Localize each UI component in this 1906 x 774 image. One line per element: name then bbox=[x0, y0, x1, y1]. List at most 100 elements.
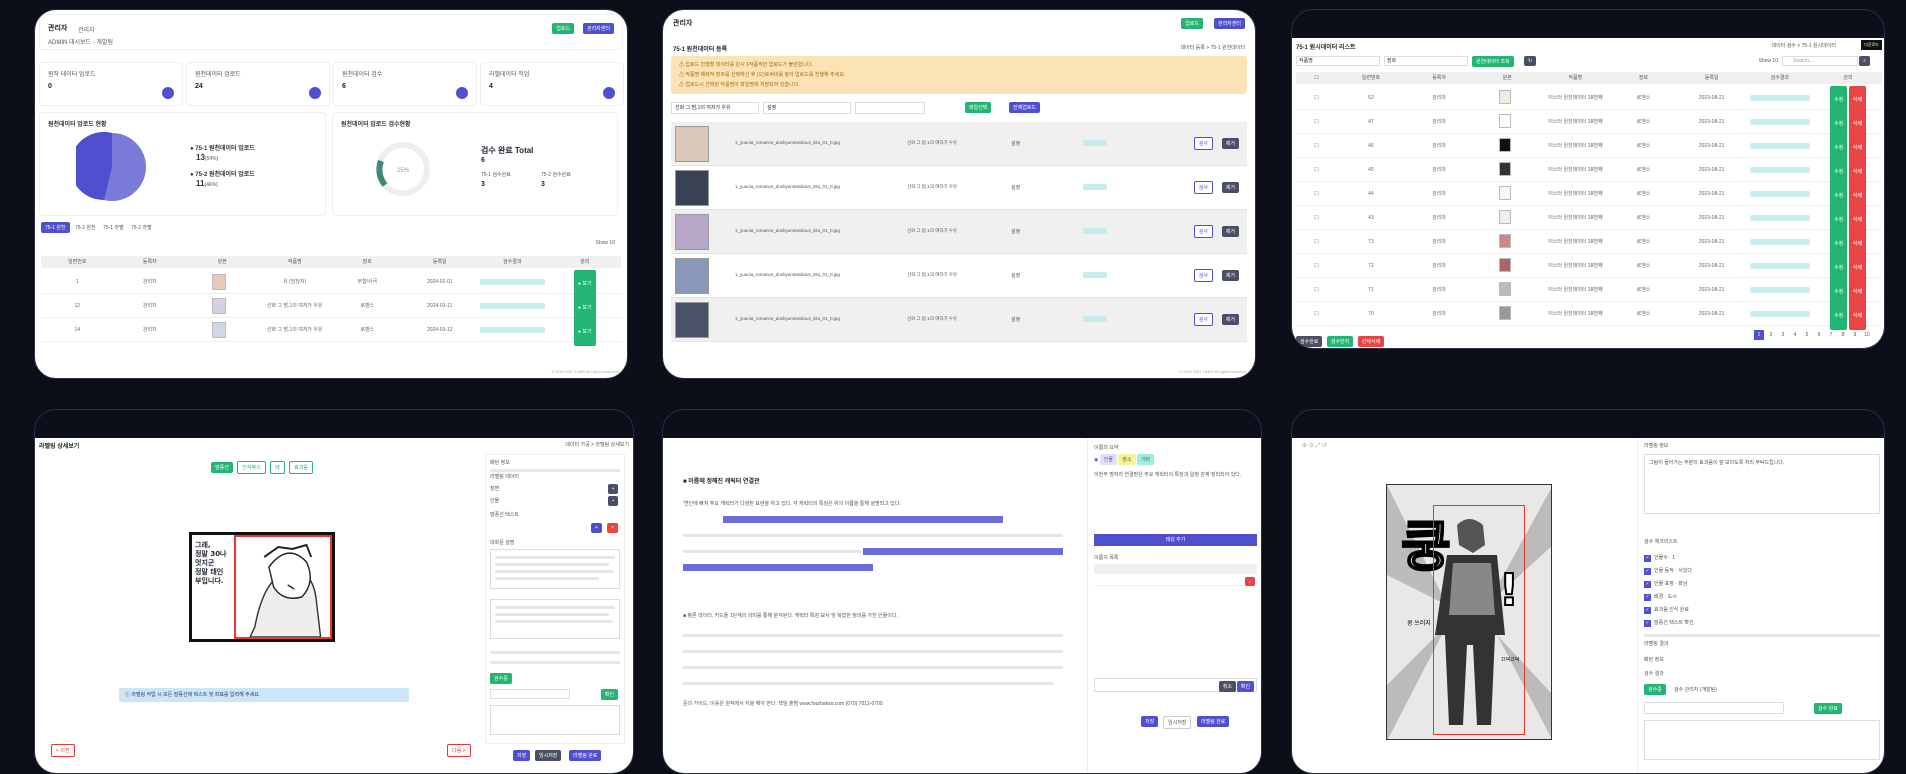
highlight[interactable] bbox=[683, 564, 873, 571]
tag-other[interactable]: 기타 bbox=[1136, 454, 1155, 465]
reset-icon[interactable]: ↺ bbox=[1322, 443, 1327, 449]
side-item[interactable]: 라벨링 데이터 bbox=[490, 473, 519, 480]
file-select-button[interactable]: 파일선택 bbox=[965, 102, 992, 113]
tool-text[interactable]: 텍 bbox=[270, 461, 285, 474]
row-checkbox[interactable]: ☐ bbox=[1296, 134, 1337, 157]
bounding-box[interactable] bbox=[1433, 505, 1525, 735]
arrow-icon[interactable] bbox=[309, 87, 321, 99]
tool-sfx[interactable]: 효과음 bbox=[289, 461, 313, 474]
row-checkbox[interactable]: ☐ bbox=[1296, 302, 1337, 325]
edit-button[interactable]: 검사 bbox=[1193, 269, 1213, 282]
table-row[interactable]: ☐ 46 관리자 이스터 원천데이터 38번째 로맨스 2023-08-21 수정 삭제 bbox=[1296, 134, 1882, 162]
scene-button[interactable]: ▪ bbox=[608, 484, 618, 494]
notes-textarea[interactable] bbox=[490, 599, 620, 639]
side-item[interactable]: 검수 결과 bbox=[1644, 670, 1664, 677]
upload-button[interactable]: 업로드 bbox=[552, 23, 574, 34]
admin-center-button[interactable]: 관리자센터 bbox=[582, 23, 614, 34]
description-textarea[interactable] bbox=[490, 549, 620, 589]
delete-selected-button[interactable]: 선택삭제 bbox=[1357, 336, 1385, 347]
filter-genre-select[interactable]: 장르 bbox=[1384, 56, 1468, 66]
reviewer-select[interactable] bbox=[1644, 702, 1784, 714]
page-link[interactable]: 8 bbox=[1838, 330, 1848, 340]
save-button[interactable]: 저장 bbox=[513, 750, 531, 761]
tag-person[interactable]: 인물 bbox=[1099, 454, 1117, 465]
side-item[interactable]: 패턴 정보 bbox=[1644, 656, 1664, 663]
tab-75-2-label[interactable]: 75-2 라벨 bbox=[131, 225, 152, 231]
table-row[interactable]: ☐ 43 관리자 이스터 원천데이터 38번째 로맨스 2023-08-21 수정 삭제 bbox=[1296, 206, 1882, 234]
reviewer-select[interactable] bbox=[490, 689, 570, 699]
tool-box[interactable]: 인식박스 bbox=[237, 461, 266, 474]
table-row[interactable]: ☐ 44 관리자 이스터 원천데이터 38번째 로맨스 2023-08-21 수정 삭제 bbox=[1296, 182, 1882, 210]
checklist-item[interactable]: ✓ 효과음 인식 완료 bbox=[1644, 604, 1694, 617]
remove-button[interactable]: × bbox=[607, 523, 618, 533]
row-checkbox[interactable]: ☐ bbox=[1296, 206, 1337, 229]
export-button[interactable]: 다운로드 bbox=[1861, 40, 1882, 50]
table-row[interactable]: ☐ 52 관리자 이스터 원천데이터 38번째 로맨스 2023-08-21 수정 삭제 bbox=[1296, 86, 1882, 114]
delete-button[interactable]: 삭제 bbox=[1848, 302, 1866, 330]
ok-button[interactable]: 확인 bbox=[1236, 681, 1254, 692]
row-checkbox[interactable]: ☐ bbox=[1296, 230, 1337, 253]
show-select[interactable]: Show 10 bbox=[1759, 58, 1778, 64]
remove-tag-button[interactable]: × bbox=[1244, 577, 1255, 586]
search-input[interactable]: Search... bbox=[1782, 56, 1858, 66]
table-row[interactable]: ☐ 45 관리자 이스터 원천데이터 38번째 로맨스 2023-08-21 수정 삭제 bbox=[1296, 158, 1882, 186]
temp-save-button[interactable]: 임시저장 bbox=[535, 750, 562, 761]
comment-textarea[interactable]: 그림이 들어가는 부분의 효과음이 잘 보이도록 처리 부탁드립니다. bbox=[1644, 454, 1880, 514]
comic-canvas[interactable]: 그래, 정말 30나 멋지군 정말 태인 부입니다. bbox=[189, 532, 335, 642]
checkbox-checked-icon[interactable]: ✓ bbox=[1644, 581, 1651, 588]
side-item[interactable]: 라벨링 결과 bbox=[1644, 640, 1668, 647]
row-checkbox[interactable]: ☐ bbox=[1296, 182, 1337, 205]
prev-button[interactable]: < 이전 bbox=[51, 744, 75, 757]
reject-button[interactable]: 검수반려 bbox=[1326, 336, 1354, 347]
highlight[interactable] bbox=[723, 516, 1003, 523]
page-link[interactable]: 3 bbox=[1778, 330, 1788, 340]
view-button[interactable]: ● 보기 bbox=[573, 318, 596, 346]
file-input[interactable] bbox=[855, 102, 925, 114]
edit-button[interactable]: 검사 bbox=[1193, 181, 1213, 194]
delete-button[interactable]: 제거 bbox=[1221, 182, 1239, 193]
page-link[interactable]: 10 bbox=[1862, 330, 1872, 340]
row-checkbox[interactable]: ☐ bbox=[1296, 254, 1337, 277]
complete-button[interactable]: 라벨링 완료 bbox=[569, 750, 602, 761]
upload-button[interactable]: 업로드 bbox=[1181, 18, 1203, 29]
zoom-out-icon[interactable]: ⊖ bbox=[1309, 443, 1314, 449]
checkbox-checked-icon[interactable]: ✓ bbox=[1644, 555, 1651, 562]
checklist-item[interactable]: ✓ 인물 동작 · 서있다 bbox=[1644, 565, 1694, 578]
show-select[interactable]: Show 10 bbox=[596, 240, 615, 246]
radio-icon[interactable]: ◉ bbox=[1094, 457, 1098, 463]
search-button[interactable]: 원천데이터 조회 bbox=[1472, 56, 1514, 67]
row-checkbox[interactable]: ☐ bbox=[1296, 86, 1337, 109]
add-tag-button[interactable]: 태깅 추가 bbox=[1094, 534, 1257, 546]
page-link[interactable]: 6 bbox=[1814, 330, 1824, 340]
zoom-in-icon[interactable]: ⊕ bbox=[1302, 443, 1307, 449]
comic-canvas[interactable]: 쿵 ! 쿵 쓰러지 끄덕끄덕 bbox=[1386, 484, 1552, 740]
person-button[interactable]: ▪ bbox=[608, 496, 618, 506]
table-row[interactable]: 12 관리자 선화 그 밤,1의 여자가 우유 로맨스 2024-03-11 ●… bbox=[41, 294, 621, 322]
checkbox-checked-icon[interactable]: ✓ bbox=[1644, 620, 1651, 627]
approve-button[interactable]: 검수완료 bbox=[1296, 336, 1323, 347]
search-icon[interactable]: ⌕ bbox=[1859, 56, 1870, 66]
page-link[interactable]: 1 bbox=[1754, 330, 1764, 340]
tag-place[interactable]: 장소 bbox=[1118, 454, 1136, 465]
side-item[interactable]: 말풍선 텍스트 bbox=[490, 511, 519, 518]
highlight[interactable] bbox=[863, 548, 1063, 555]
side-item[interactable]: 장면 bbox=[490, 485, 499, 492]
tool-bubble[interactable]: 말풍선 bbox=[211, 462, 233, 473]
genre-select[interactable]: 설정 bbox=[763, 102, 851, 114]
page-link[interactable]: 4 bbox=[1790, 330, 1800, 340]
bounding-box[interactable] bbox=[234, 535, 332, 639]
next-button[interactable]: 다음 > bbox=[447, 744, 471, 757]
reset-button[interactable]: ↻ bbox=[1524, 56, 1537, 66]
row-checkbox[interactable]: ☐ bbox=[1296, 158, 1337, 181]
arrow-icon[interactable] bbox=[162, 87, 174, 99]
confirm-button[interactable]: 확인 bbox=[600, 689, 618, 700]
checkbox-checked-icon[interactable]: ✓ bbox=[1644, 607, 1651, 614]
page-link[interactable]: 2 bbox=[1766, 330, 1776, 340]
page-link[interactable]: 7 bbox=[1826, 330, 1836, 340]
tag-table-row[interactable]: × bbox=[1094, 576, 1257, 586]
side-item[interactable]: 패턴 정보 bbox=[490, 459, 510, 466]
checkbox-checked-icon[interactable]: ✓ bbox=[1644, 568, 1651, 575]
page-link[interactable]: 9 bbox=[1850, 330, 1860, 340]
edit-button[interactable]: 검사 bbox=[1193, 313, 1213, 326]
side-item[interactable]: 인물 bbox=[490, 497, 499, 504]
